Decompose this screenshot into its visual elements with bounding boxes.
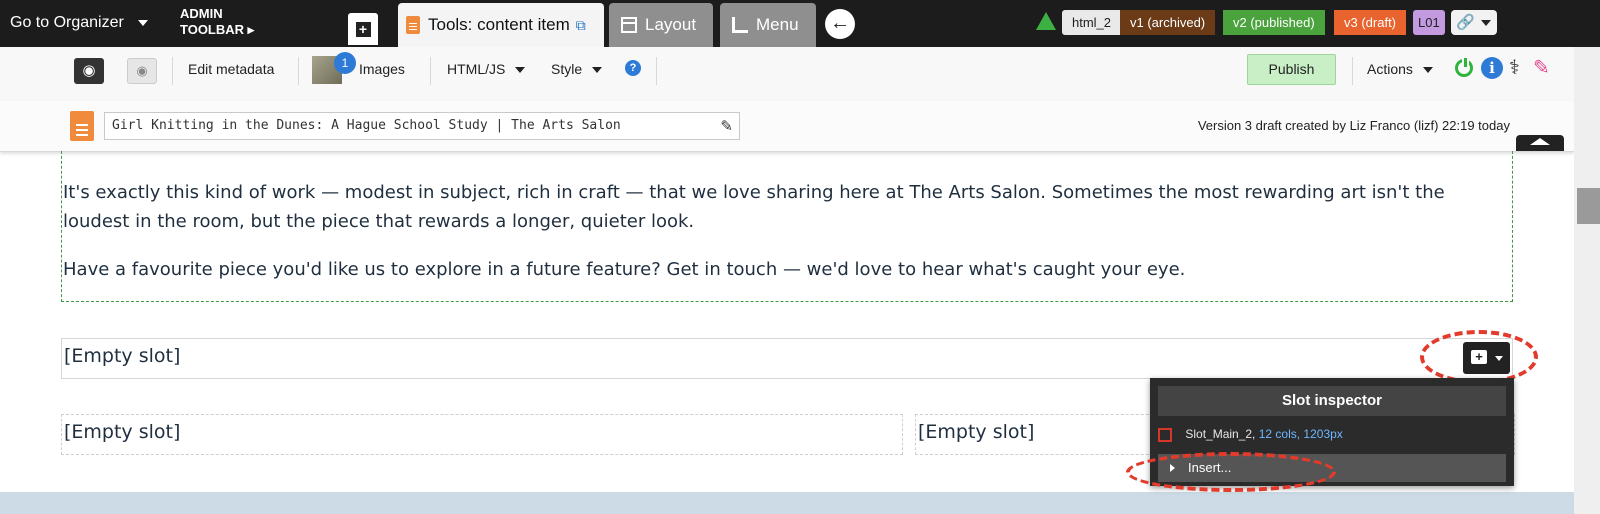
divider [656,57,657,85]
empty-slot-left[interactable]: [Empty slot] [61,414,903,455]
version-v2-badge[interactable]: v2 (published) [1223,10,1325,35]
slot-name: Slot_Main_2, [1185,427,1256,441]
tab-tools-content-item[interactable]: Tools: content item ⧉ [398,3,604,47]
version-v1-badge[interactable]: v1 (archived) [1120,10,1216,35]
tab-layout[interactable]: Layout [609,3,713,47]
pencil-icon[interactable]: ✎ [720,113,733,139]
slot-inspector-title: Slot inspector [1158,386,1506,416]
version-info: Version 3 draft created by Liz Franco (l… [1197,118,1510,133]
tab-label: Layout [645,15,697,34]
edit-metadata-button[interactable]: Edit metadata [188,47,274,101]
admin-toolbar-line1: ADMIN [180,6,223,21]
preview-eye-icon: ◉ [82,62,96,79]
tab-label: Tools: content item [428,15,570,34]
scrollbar-track[interactable] [1574,47,1600,514]
chevron-down-icon [138,19,149,26]
tab-label: Menu [756,15,799,34]
collapse-toolbar-button[interactable] [1516,135,1564,151]
stethoscope-icon[interactable]: ⚕ [1509,55,1520,80]
link-icon: 🔗 [1456,14,1475,31]
actions-dropdown[interactable]: Actions [1367,47,1433,101]
annotation-circle [1420,330,1538,384]
html-js-dropdown[interactable]: HTML/JS [447,47,526,101]
annotation-circle [1126,452,1336,492]
admin-toolbar-toggle[interactable]: ADMIN TOOLBAR ▸ [180,6,254,38]
style-dropdown[interactable]: Style [551,47,603,101]
slot-meta: 12 cols, 1203px [1258,427,1343,441]
go-to-organizer-button[interactable]: Go to Organizer [0,0,160,47]
images-count-badge: 1 [334,52,356,74]
eye-icon: ◉ [136,63,148,78]
chevron-down-icon [515,67,526,74]
organizer-label: Go to Organizer [10,14,124,31]
tab-menu[interactable]: Menu [720,3,816,47]
chevron-down-icon [1422,67,1433,74]
empty-slot-main-2[interactable]: [Empty slot] [61,338,1513,379]
editor-toolbar: ◉ ◉ Edit metadata 1 Images HTML/JS Style… [0,47,1574,102]
help-icon[interactable]: ? [625,60,641,76]
version-tree-icon[interactable] [1036,12,1056,30]
link-dropdown-button[interactable]: 🔗 [1451,10,1497,35]
menu-icon [732,17,748,33]
plus-square-icon: + [355,21,371,37]
info-icon[interactable]: i [1481,57,1503,79]
chevron-down-icon [592,67,603,74]
slot-checkbox-icon[interactable] [1158,427,1172,442]
visibility-toggle-button[interactable]: ◉ [127,58,157,84]
divider [1352,57,1353,85]
power-icon[interactable] [1455,56,1473,77]
actions-label: Actions [1367,61,1413,77]
new-item-button[interactable]: + [348,13,378,45]
images-button[interactable]: Images [359,47,405,101]
scrollbar-thumb[interactable] [1577,188,1600,224]
document-icon [70,111,94,141]
layout-code-badge[interactable]: L01 [1413,10,1445,35]
arrow-left-icon: ← [830,12,850,34]
html-js-label: HTML/JS [447,61,506,77]
slot-info-row: Slot_Main_2, 12 cols, 1203px [1158,424,1343,444]
divider [172,57,173,85]
back-arrow-button[interactable]: ← [825,9,855,39]
divider [298,57,299,85]
admin-topbar: Go to Organizer ADMIN TOOLBAR ▸ + Tools:… [0,0,1600,47]
empty-slot-label: [Empty slot] [918,421,1035,443]
title-bar: Girl Knitting in the Dunes: A Hague Scho… [0,101,1574,152]
layout-icon [621,17,637,33]
empty-slot-label: [Empty slot] [64,421,181,443]
divider [430,57,431,85]
admin-toolbar-line2: TOOLBAR ▸ [180,22,255,37]
external-link-icon[interactable]: ⧉ [576,3,586,47]
publish-button[interactable]: Publish [1247,54,1336,85]
chevron-down-icon [1481,20,1491,26]
body-paragraph: It's exactly this kind of work — modest … [63,182,1445,232]
preview-mode-button[interactable]: ◉ [74,58,104,84]
version-html-badge[interactable]: html_2 [1062,10,1122,35]
style-label: Style [551,61,583,77]
page-footer-band [0,492,1574,514]
empty-slot-label: [Empty slot] [64,345,181,367]
body-paragraph: Have a favourite piece you'd like us to … [63,259,1186,280]
page-title: Girl Knitting in the Dunes: A Hague Scho… [112,118,621,133]
page-title-field[interactable]: Girl Knitting in the Dunes: A Hague Scho… [104,112,740,140]
document-icon [406,16,420,34]
magic-wand-icon[interactable]: ✎ [1533,55,1550,80]
version-v3-badge[interactable]: v3 (draft) [1334,10,1407,35]
